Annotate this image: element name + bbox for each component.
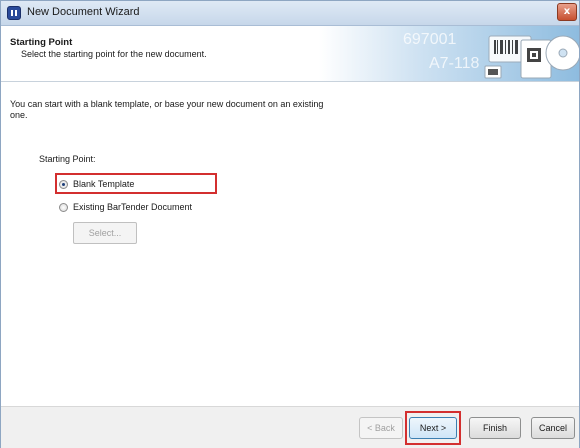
header-title: Starting Point [10,37,73,48]
radio-existing-document[interactable]: Existing BarTender Document [59,201,219,215]
wizard-header: Starting Point Select the starting point… [1,26,579,82]
qr-label-icon [520,39,552,79]
new-document-wizard-window: New Document Wizard x Starting Point Sel… [0,0,580,448]
window-title: New Document Wizard [27,6,140,18]
wizard-footer: < Back Next > Finish Cancel [1,406,579,448]
barcode-labels-art: 697001 A7-118 [403,31,579,79]
blank-template-highlight [55,173,217,194]
starting-point-label: Starting Point: [39,154,96,164]
close-button[interactable]: x [557,3,577,21]
intro-text: You can start with a blank template, or … [10,99,324,120]
radio-existing-document-label: Existing BarTender Document [73,202,193,212]
bartender-app-icon [7,6,21,20]
finish-button[interactable]: Finish [469,417,521,439]
select-button[interactable]: Select... [73,222,137,244]
next-button-highlight [405,411,461,445]
art-text-1: 697001 [403,31,456,48]
art-text-2: A7-118 [429,55,480,72]
wizard-body: You can start with a blank template, or … [1,82,579,406]
radio-unselected-icon[interactable] [59,203,68,212]
cd-label-icon [545,35,579,71]
cancel-button[interactable]: Cancel [531,417,575,439]
small-tag-icon [484,65,502,79]
header-subtitle: Select the starting point for the new do… [21,49,207,59]
back-button[interactable]: < Back [359,417,403,439]
title-bar[interactable]: New Document Wizard x [1,1,579,26]
